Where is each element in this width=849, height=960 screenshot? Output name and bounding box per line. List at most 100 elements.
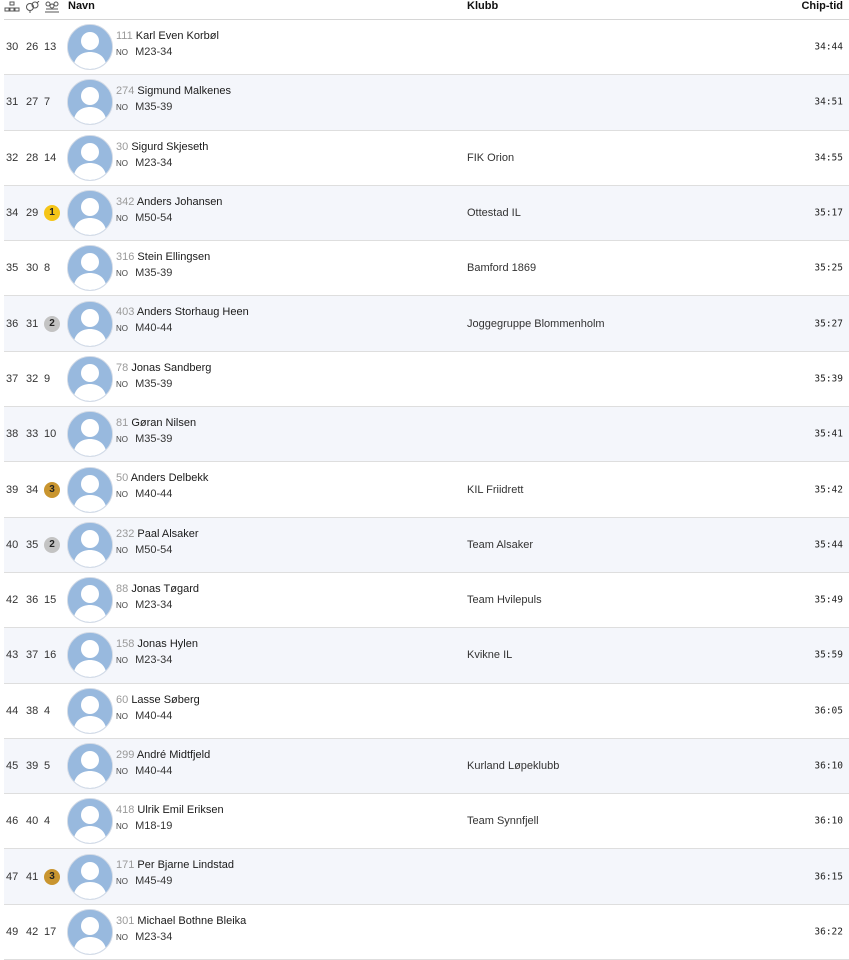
overall-place: 39	[6, 483, 19, 496]
avatar[interactable]	[67, 632, 113, 679]
participant-name[interactable]: Anders Johansen	[137, 196, 223, 208]
avatar[interactable]	[67, 79, 113, 126]
chip-time: 34:55	[814, 152, 843, 164]
result-row[interactable]: 36 31 2 403 Anders Storhaug Heen NO M40-…	[4, 296, 849, 352]
result-row[interactable]: 30 26 13 111 Karl Even Korbøl NO M23-34 …	[4, 20, 849, 76]
participant-name[interactable]: Stein Ellingsen	[137, 251, 210, 263]
header-chip-tid[interactable]: Chip-tid	[801, 0, 843, 12]
age-class: M35-39	[135, 433, 173, 446]
class-place-icon[interactable]	[44, 1, 60, 13]
chip-time: 35:25	[814, 262, 843, 274]
avatar[interactable]	[67, 521, 113, 568]
avatar[interactable]	[67, 355, 113, 402]
header-klubb[interactable]: Klubb	[467, 0, 498, 12]
gender-place: 26	[26, 41, 39, 54]
result-row[interactable]: 32 28 14 30 Sigurd Skjeseth NO M23-34 FI…	[4, 131, 849, 186]
bib-number: 274	[116, 85, 135, 98]
result-row[interactable]: 38 33 10 81 Gøran Nilsen NO M35-39 35:41	[4, 407, 849, 463]
overall-place: 35	[6, 262, 19, 275]
person-icon	[68, 854, 112, 899]
participant-name[interactable]: Karl Even Korbøl	[136, 30, 219, 42]
class-place-medal: 2	[44, 315, 60, 332]
result-row[interactable]: 43 37 16 158 Jonas Hylen NO M23-34 Kvikn…	[4, 628, 849, 684]
participant-name[interactable]: Jonas Sandberg	[131, 362, 211, 374]
result-row[interactable]: 42 36 15 88 Jonas Tøgard NO M23-34 Team …	[4, 573, 849, 629]
nationality: NO	[116, 490, 128, 500]
gender-place: 31	[26, 317, 39, 330]
participant-name[interactable]: Sigmund Malkenes	[137, 85, 231, 97]
result-row[interactable]: 49 42 17 301 Michael Bothne Bleika NO M2…	[4, 905, 849, 960]
participant-name[interactable]: Anders Storhaug Heen	[137, 306, 249, 318]
gender-place-icon[interactable]	[24, 1, 40, 13]
overall-place: 36	[6, 317, 19, 330]
result-row[interactable]: 45 39 5 299 André Midtfjeld NO M40-44 Ku…	[4, 738, 849, 795]
club-name: Kurland Løpeklubb	[467, 760, 560, 772]
participant-name[interactable]: Anders Delbekk	[131, 472, 209, 484]
nationality: NO	[116, 435, 128, 445]
avatar[interactable]	[67, 411, 113, 458]
avatar[interactable]	[67, 798, 113, 845]
participant-name[interactable]: André Midtfjeld	[137, 749, 210, 761]
chip-time: 36:15	[814, 871, 843, 883]
participant-name[interactable]: Gøran Nilsen	[131, 417, 196, 429]
age-class: M50-54	[135, 211, 173, 224]
participant-name[interactable]: Jonas Hylen	[137, 638, 198, 650]
overall-place: 37	[6, 372, 19, 385]
result-row[interactable]: 46 40 4 418 Ulrik Emil Eriksen NO M18-19…	[4, 794, 849, 850]
gender-place: 28	[26, 151, 39, 164]
class-place: 17	[44, 925, 57, 938]
avatar[interactable]	[67, 577, 113, 624]
participant-name[interactable]: Paal Alsaker	[137, 528, 198, 540]
avatar[interactable]	[67, 300, 113, 347]
club-name: Kvikne IL	[467, 649, 513, 662]
avatar[interactable]	[67, 687, 113, 734]
bib-number: 158	[116, 638, 135, 651]
avatar[interactable]	[67, 908, 113, 955]
age-class: M18-19	[135, 820, 173, 833]
result-row[interactable]: 47 41 3 171 Per Bjarne Lindstad NO M45-4…	[4, 849, 849, 905]
age-class: M40-44	[135, 709, 173, 722]
chip-time: 35:49	[814, 594, 843, 606]
gender-place: 39	[26, 760, 39, 772]
age-class: M23-34	[135, 46, 173, 58]
age-class: M35-39	[135, 377, 173, 390]
participant-name[interactable]: Sigurd Skjeseth	[131, 141, 208, 153]
chip-time: 35:44	[814, 539, 843, 551]
avatar[interactable]	[67, 466, 113, 513]
club-name: Team Synnfjell	[467, 815, 539, 828]
avatar[interactable]	[67, 190, 113, 237]
age-class: M40-44	[135, 322, 173, 335]
avatar[interactable]	[67, 853, 113, 900]
participant-info: 274 Sigmund Malkenes NO M35-39	[116, 84, 231, 115]
result-row[interactable]: 31 27 7 274 Sigmund Malkenes NO M35-39 3…	[4, 75, 849, 131]
participant-name[interactable]: Ulrik Emil Eriksen	[137, 804, 223, 816]
avatar[interactable]	[67, 134, 113, 181]
overall-place-icon[interactable]	[4, 1, 20, 13]
gender-place: 35	[26, 538, 39, 551]
result-row[interactable]: 44 38 4 60 Lasse Søberg NO M40-44 36:05	[4, 684, 849, 739]
chip-time: 34:51	[814, 96, 843, 108]
participant-name[interactable]: Lasse Søberg	[131, 694, 199, 706]
class-place: 4	[44, 704, 51, 717]
participant-name[interactable]: Per Bjarne Lindstad	[137, 859, 234, 871]
participant-name[interactable]: Jonas Tøgard	[131, 583, 199, 595]
gender-place: 38	[26, 704, 39, 717]
result-row[interactable]: 40 35 2 232 Paal Alsaker NO M50-54 Team …	[4, 517, 849, 573]
result-row[interactable]: 34 29 1 342 Anders Johansen NO M50-54 Ot…	[4, 185, 849, 242]
result-row[interactable]: 39 34 3 50 Anders Delbekk NO M40-44 KIL …	[4, 462, 849, 518]
participant-name[interactable]: Michael Bothne Bleika	[137, 915, 246, 927]
result-row[interactable]: 35 30 8 316 Stein Ellingsen NO M35-39 Ba…	[4, 241, 849, 297]
club-name: Team Alsaker	[467, 538, 534, 551]
avatar[interactable]	[67, 24, 113, 71]
overall-place: 44	[6, 704, 19, 717]
chip-time: 36:05	[814, 705, 843, 717]
chip-time: 35:42	[814, 484, 843, 496]
gender-place: 27	[26, 96, 39, 109]
result-row[interactable]: 37 32 9 78 Jonas Sandberg NO M35-39 35:3…	[4, 352, 849, 408]
avatar[interactable]	[67, 743, 113, 789]
gender-place: 30	[26, 262, 39, 275]
gender-place: 41	[26, 870, 39, 883]
avatar[interactable]	[67, 245, 113, 292]
header-navn[interactable]: Navn	[68, 0, 95, 12]
class-place: 15	[44, 594, 57, 607]
